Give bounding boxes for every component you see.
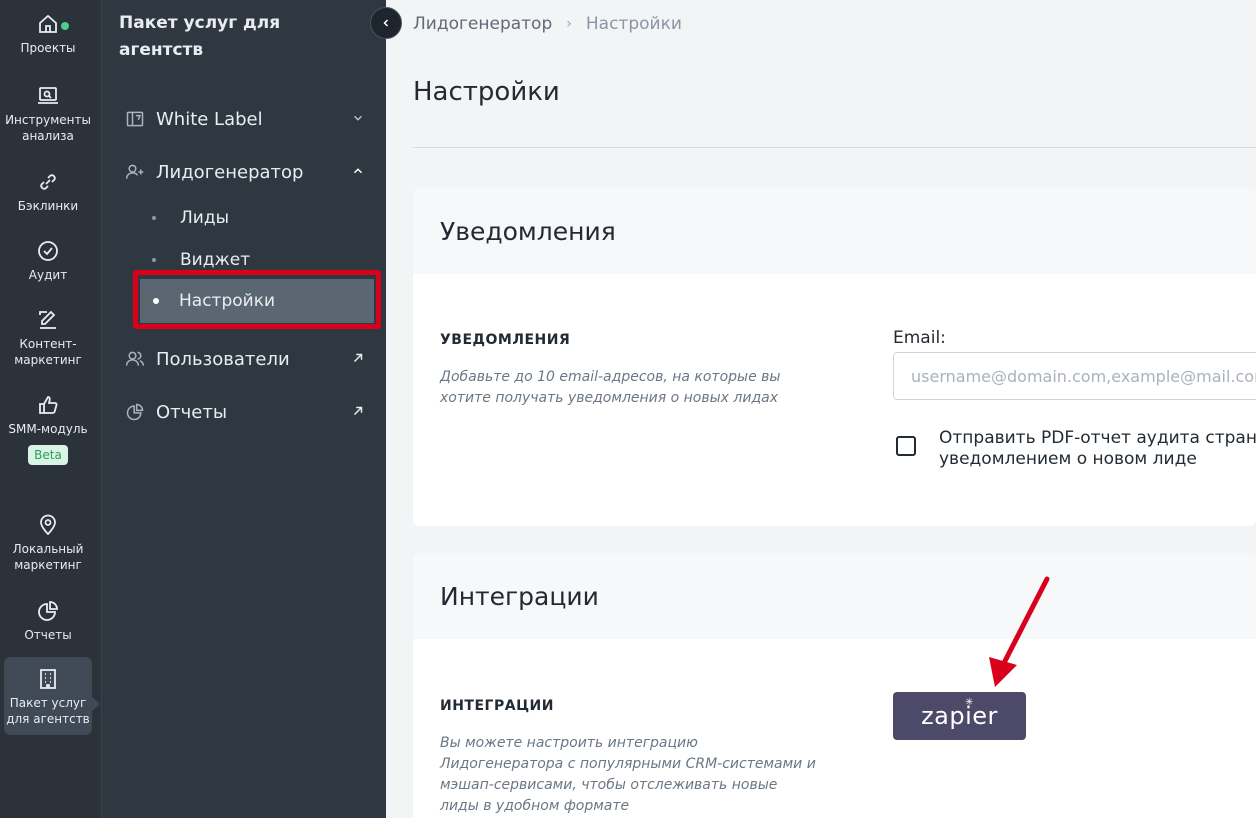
edit-icon (39, 310, 56, 329)
rail-item-analysis-tools[interactable]: Инструменты анализа (4, 84, 92, 144)
rail-item-agency-pack[interactable]: Пакет услуг для агентств (4, 657, 100, 735)
user-plus-icon (124, 161, 146, 183)
rail-item-content-marketing[interactable]: Контент-маркетинг (4, 308, 92, 368)
rail-item-reports[interactable]: Отчеты (4, 599, 92, 643)
sidebar-item-label: Отчеты (156, 401, 228, 423)
notifications-header: Уведомления (413, 188, 1256, 274)
breadcrumb: Лидогенератор › Настройки (413, 14, 682, 34)
white-label-icon (124, 108, 146, 130)
external-arrow-icon (351, 402, 369, 423)
email-field[interactable]: username@domain.com,example@mail.com (893, 352, 1256, 400)
sidebar-item-users[interactable]: Пользователи (124, 344, 369, 374)
beta-badge: Beta (28, 445, 68, 465)
location-pin-icon (40, 514, 56, 536)
page-title: Настройки (413, 77, 560, 107)
agency-sidebar: Пакет услуг для агентств White Label Лид… (102, 0, 402, 818)
bullet-icon (153, 298, 159, 304)
submenu-item-widget[interactable]: Виджет (152, 245, 372, 275)
breadcrumb-current: Настройки (585, 14, 682, 34)
bullet-icon (152, 216, 156, 220)
sidebar-item-label: Пользователи (156, 348, 290, 370)
collapse-sidebar-button[interactable] (370, 7, 402, 39)
rail-item-label: SMM-модуль (8, 422, 88, 436)
chevron-right-icon: › (566, 16, 572, 32)
submenu-item-label: Лиды (180, 208, 230, 228)
notifications-card: Уведомления УВЕДОМЛЕНИЯ Добавьте до 10 e… (413, 188, 1256, 526)
pdf-report-checkbox[interactable] (896, 436, 916, 456)
checkbox-label-line1: Отправить PDF-отчет аудита страницы с (939, 428, 1256, 448)
integrations-label: ИНТЕГРАЦИИ (440, 698, 554, 714)
check-circle-icon (38, 241, 58, 261)
main-navigation-rail: Проекты Инструменты анализа Бэклинки Ауд… (0, 0, 102, 818)
zapier-button[interactable]: ✳ zapier (893, 692, 1026, 740)
chevron-left-icon (383, 19, 389, 27)
rail-item-local-marketing[interactable]: Локальный маркетинг (4, 513, 92, 573)
submenu-item-settings[interactable]: Настройки (140, 279, 374, 323)
notification-dot (61, 22, 69, 30)
email-field-label: Email: (893, 328, 946, 348)
divider (413, 147, 1256, 148)
integrations-card: Интеграции ИНТЕГРАЦИИ Вы можете настроит… (413, 553, 1256, 818)
notifications-label: УВЕДОМЛЕНИЯ (440, 332, 571, 348)
rail-item-label: Пакет услуг для агентств (6, 696, 90, 726)
rail-item-label: Бэклинки (17, 199, 79, 213)
sidebar-item-white-label[interactable]: White Label (124, 104, 369, 134)
integrations-description: Вы можете настроить интеграцию Лидогенер… (440, 735, 816, 814)
pie-chart-icon (38, 601, 58, 621)
rail-item-label: Инструменты анализа (5, 113, 91, 143)
breadcrumb-link-lead-generator[interactable]: Лидогенератор (413, 14, 552, 34)
rail-item-label: Локальный маркетинг (12, 542, 84, 572)
zapier-label: zapier (921, 702, 998, 730)
integrations-header: Интеграции (413, 553, 1256, 639)
link-icon (40, 174, 56, 190)
home-icon (39, 14, 57, 33)
sidebar-item-label: White Label (156, 108, 263, 130)
rail-item-label: Проекты (20, 41, 76, 55)
checkbox-label-line2: уведомлением о новом лиде (939, 449, 1197, 469)
submenu-item-label: Виджет (180, 250, 251, 270)
sidebar-item-lead-generator[interactable]: Лидогенератор (124, 157, 369, 187)
laptop-search-icon (38, 87, 58, 104)
submenu-item-leads[interactable]: Лиды (152, 203, 372, 233)
submenu-item-label: Настройки (179, 291, 276, 311)
building-icon (40, 669, 56, 689)
bullet-icon (152, 258, 156, 262)
main-content: Лидогенератор › Настройки Настройки Увед… (386, 0, 1256, 818)
rail-item-label: Аудит (28, 268, 68, 282)
rail-item-label: Контент-маркетинг (14, 337, 82, 367)
chevron-down-icon (351, 109, 369, 130)
zapier-asterisk-icon: ✳ (965, 697, 974, 708)
rail-item-smm[interactable]: SMM-модуль Beta (4, 393, 92, 465)
pdf-report-checkbox-label[interactable]: Отправить PDF-отчет аудита страницы с ув… (939, 428, 1256, 470)
chevron-up-icon (351, 162, 369, 183)
sidebar-item-label: Лидогенератор (156, 161, 304, 183)
users-icon (124, 348, 146, 370)
sidebar-item-reports[interactable]: Отчеты (124, 397, 369, 427)
notifications-description: Добавьте до 10 email-адресов, на которые… (440, 369, 781, 406)
external-arrow-icon (351, 349, 369, 370)
pie-chart-icon (124, 401, 146, 423)
thumbs-up-icon (39, 396, 58, 414)
sidebar-title: Пакет услуг для агентств (119, 13, 281, 60)
rail-item-projects[interactable]: Проекты (4, 12, 92, 56)
rail-item-backlinks[interactable]: Бэклинки (4, 170, 92, 214)
rail-item-label: Отчеты (24, 628, 72, 642)
rail-item-audit[interactable]: Аудит (4, 239, 92, 283)
